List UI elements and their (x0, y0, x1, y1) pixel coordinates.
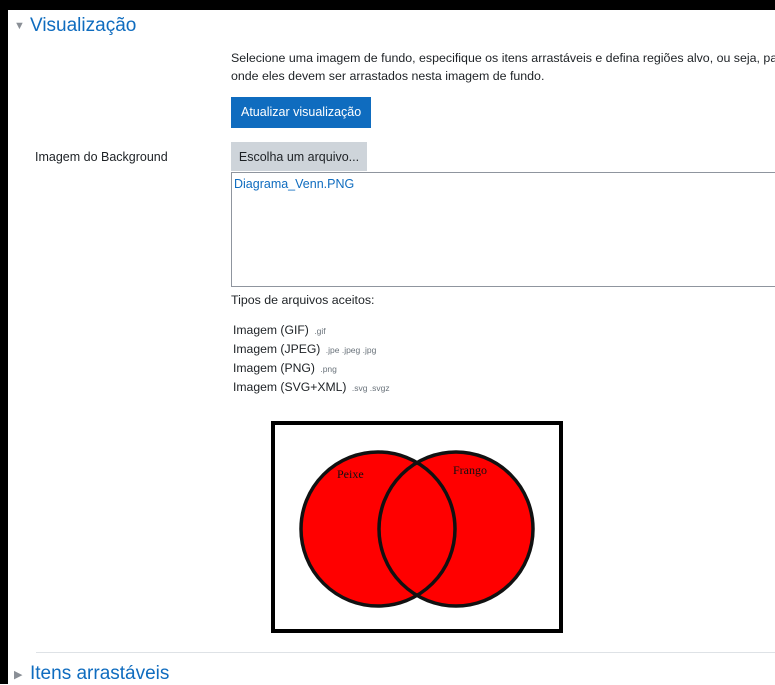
section-visualizacao-title: Visualização (30, 15, 137, 36)
section-visualizacao-header[interactable]: ▼ Visualização (14, 15, 136, 37)
file-type-name: Imagem (GIF) (233, 323, 309, 337)
intro-line-1: Selecione uma imagem de fundo, especifiq… (231, 51, 775, 65)
accepted-types-title: Tipos de arquivos aceitos: (231, 293, 375, 307)
file-drop-area[interactable]: Diagrama_Venn.PNG (231, 172, 775, 287)
update-preview-button[interactable]: Atualizar visualização (231, 97, 372, 128)
file-type-name: Imagem (PNG) (233, 361, 315, 375)
section-itens-title: Itens arrastáveis (30, 663, 170, 684)
file-type-name: Imagem (JPEG) (233, 342, 321, 356)
section-itens-header[interactable]: ▶ Itens arrastáveis (14, 663, 169, 685)
file-type-item: Imagem (SVG+XML) .svg .svgz (233, 378, 390, 397)
window-frame-left (0, 0, 8, 684)
section-divider (36, 652, 775, 653)
file-type-ext: .svg .svgz (351, 383, 390, 393)
file-type-ext: .png (320, 364, 337, 374)
caret-right-icon: ▶ (14, 668, 23, 681)
window-frame-top (0, 0, 775, 10)
file-type-name: Imagem (SVG+XML) (233, 380, 347, 394)
background-image-label: Imagem do Background (35, 150, 168, 164)
venn-label-right: Frango (453, 463, 487, 477)
accepted-types-list: Imagem (GIF) .gif Imagem (JPEG) .jpe .jp… (233, 321, 390, 397)
file-type-item: Imagem (PNG) .png (233, 359, 390, 378)
file-type-item: Imagem (JPEG) .jpe .jpeg .jpg (233, 340, 390, 359)
background-image-preview: Peixe Frango (271, 421, 563, 633)
file-type-ext: .jpe .jpeg .jpg (325, 345, 377, 355)
file-type-item: Imagem (GIF) .gif (233, 321, 390, 340)
choose-file-button[interactable]: Escolha um arquivo... (231, 142, 367, 171)
selected-file-link[interactable]: Diagrama_Venn.PNG (234, 177, 354, 191)
venn-label-left: Peixe (337, 467, 364, 481)
file-type-ext: .gif (314, 326, 326, 336)
intro-line-2: onde eles devem ser arrastados nesta ima… (231, 69, 545, 83)
caret-down-icon: ▼ (14, 20, 25, 32)
intro-text: Selecione uma imagem de fundo, especifiq… (231, 49, 775, 85)
